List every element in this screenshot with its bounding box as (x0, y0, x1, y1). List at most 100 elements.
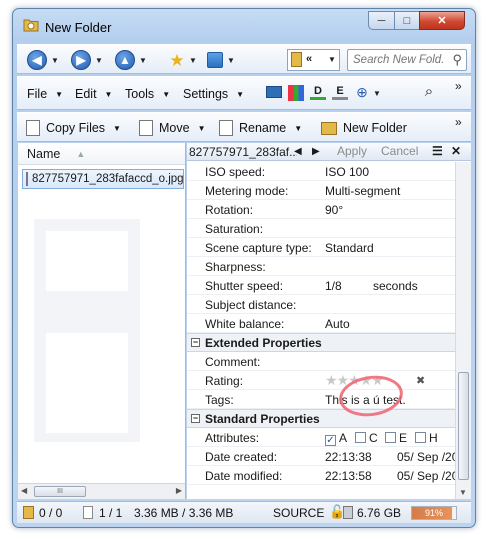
collapse-icon[interactable]: − (191, 414, 200, 423)
search-box[interactable]: ⚲ (347, 49, 467, 71)
free-space: 6.76 GB (357, 506, 402, 520)
maximize-button[interactable]: □ (394, 11, 420, 30)
attribute-a[interactable]: ✓ A (325, 431, 347, 446)
rename-button[interactable]: Rename ▼ (219, 118, 302, 138)
previous-file-icon[interactable]: ◀ (294, 146, 302, 157)
property-label: Rotation: (205, 203, 254, 217)
property-unit: seconds (373, 279, 418, 293)
date-created-row[interactable]: Date created: 22:13:38 05/ Sep /20 (187, 447, 455, 466)
move-button[interactable]: Move ▼ (139, 118, 206, 138)
apply-button[interactable]: Apply (337, 144, 367, 158)
scroll-left-icon[interactable]: ◀ (21, 486, 27, 495)
copy-files-button[interactable]: Copy Files ▼ (26, 118, 121, 138)
up-button[interactable]: ▲ (115, 50, 135, 70)
search-input[interactable] (348, 50, 444, 70)
disk-usage-label: 91% (424, 508, 443, 518)
file-item[interactable]: 827757971_283fafaccd_o.jpg (22, 169, 184, 189)
checkbox[interactable] (415, 432, 426, 443)
property-row[interactable]: Shutter speed: 1/8 seconds (187, 276, 455, 295)
name-column-header[interactable]: Name ▲ (18, 143, 185, 165)
checkbox[interactable] (385, 432, 396, 443)
up-dropdown-icon[interactable]: ▼ (139, 56, 147, 65)
new-folder-button[interactable]: New Folder (321, 118, 407, 138)
property-row[interactable]: Subject distance: (187, 295, 455, 314)
title-bar[interactable]: New Folder ─ □ ✕ (13, 9, 475, 39)
star-icon[interactable]: ★ (325, 372, 338, 388)
menu-file[interactable]: File ▼ (27, 84, 63, 104)
address-dropdown-icon[interactable]: ▼ (328, 55, 336, 64)
menubar-overflow[interactable]: » (455, 79, 462, 93)
menu-bar: File ▼ Edit ▼ Tools ▼ Settings ▼ D E ⊕ ▼ ⌕ » (17, 76, 471, 110)
property-row[interactable]: Saturation: (187, 219, 455, 238)
property-row[interactable]: Rotation: 90° (187, 200, 455, 219)
colors-icon[interactable] (288, 85, 304, 101)
clear-rating-icon[interactable]: ✖ (416, 374, 425, 387)
vertical-scrollbar[interactable]: ▼ (455, 162, 471, 499)
forward-dropdown-icon[interactable]: ▼ (95, 56, 103, 65)
attribute-e[interactable]: E (385, 431, 407, 445)
checkbox-checked[interactable]: ✓ (325, 435, 336, 446)
preview-icon[interactable]: ⌕ (421, 83, 437, 100)
computer-icon[interactable] (207, 52, 223, 68)
scroll-right-icon[interactable]: ▶ (176, 486, 182, 495)
menu-icon[interactable]: ☰ (432, 144, 443, 158)
comment-row[interactable]: Comment: (187, 352, 455, 371)
menu-settings[interactable]: Settings ▼ (183, 84, 244, 104)
favorites-dropdown-icon[interactable]: ▼ (189, 56, 197, 65)
address-box[interactable]: « ▼ (287, 49, 340, 71)
date-modified-row[interactable]: Date modified: 22:13:58 05/ Sep /20 (187, 466, 455, 485)
menu-edit[interactable]: Edit ▼ (75, 84, 112, 104)
file-operations-bar: Copy Files ▼ Move ▼ Rename ▼ New Folder … (17, 112, 471, 142)
checkbox[interactable] (355, 432, 366, 443)
vertical-scroll-thumb[interactable] (458, 372, 469, 480)
cancel-button[interactable]: Cancel (381, 144, 418, 158)
property-row[interactable]: Scene capture type: Standard (187, 238, 455, 257)
attribute-c[interactable]: C (355, 431, 378, 445)
property-label: White balance: (205, 317, 285, 331)
close-pane-icon[interactable]: ✕ (451, 144, 461, 158)
property-value: 90° (325, 203, 344, 217)
standard-properties-section[interactable]: − Standard Properties (187, 409, 455, 428)
filebar-overflow[interactable]: » (455, 115, 462, 129)
collapse-icon[interactable]: − (191, 338, 200, 347)
chevron-down-icon: ▼ (197, 123, 206, 133)
rating-row[interactable]: Rating: ★★★★★ ✖ (187, 371, 455, 390)
network-icon[interactable]: ⊕ (354, 84, 370, 100)
drive-d-icon[interactable]: D (310, 84, 326, 100)
computer-dropdown-icon[interactable]: ▼ (227, 56, 235, 65)
property-value: Multi-segment (325, 184, 401, 198)
disk-usage-bar: 91% (411, 506, 457, 520)
monitor-icon[interactable] (266, 86, 282, 98)
minimize-button[interactable]: ─ (368, 11, 395, 30)
menu-tools-label: Tools (125, 87, 155, 101)
close-window-button[interactable]: ✕ (419, 11, 465, 30)
tags-row[interactable]: Tags: This is a ú test. (187, 390, 455, 409)
drive-e-icon[interactable]: E (332, 84, 348, 100)
section-title: Standard Properties (205, 412, 320, 426)
attributes-row[interactable]: Attributes: ✓ A C E H (187, 428, 455, 447)
extended-properties-section[interactable]: − Extended Properties (187, 333, 455, 352)
property-row[interactable]: White balance: Auto (187, 314, 455, 333)
horizontal-scroll-thumb[interactable]: III (34, 486, 86, 497)
property-label: Sharpness: (205, 260, 266, 274)
property-label: Saturation: (205, 222, 264, 236)
network-dropdown-icon[interactable]: ▼ (373, 89, 381, 98)
date-modified-time: 22:13:58 (325, 469, 372, 483)
favorites-star-icon[interactable]: ★ (167, 51, 187, 71)
search-icon[interactable]: ⚲ (452, 52, 462, 68)
next-file-icon[interactable]: ▶ (312, 146, 320, 157)
back-dropdown-icon[interactable]: ▼ (51, 56, 59, 65)
property-row[interactable]: Metering mode: Multi-segment (187, 181, 455, 200)
property-row[interactable]: Sharpness: (187, 257, 455, 276)
horizontal-scrollbar[interactable]: ◀ III ▶ (18, 483, 185, 499)
attribute-h[interactable]: H (415, 431, 438, 445)
status-bar: 0 / 0 1 / 1 3.36 MB / 3.36 MB SOURCE 🔓 6… (17, 501, 471, 523)
property-label: Metering mode: (205, 184, 289, 198)
forward-button[interactable]: ▶ (71, 50, 91, 70)
date-modified-label: Date modified: (205, 469, 283, 483)
menu-tools[interactable]: Tools ▼ (125, 84, 170, 104)
address-chevron[interactable]: « (306, 53, 312, 65)
back-button[interactable]: ◀ (27, 50, 47, 70)
property-row[interactable]: ISO speed: ISO 100 (187, 162, 455, 181)
scroll-down-icon[interactable]: ▼ (459, 488, 467, 497)
